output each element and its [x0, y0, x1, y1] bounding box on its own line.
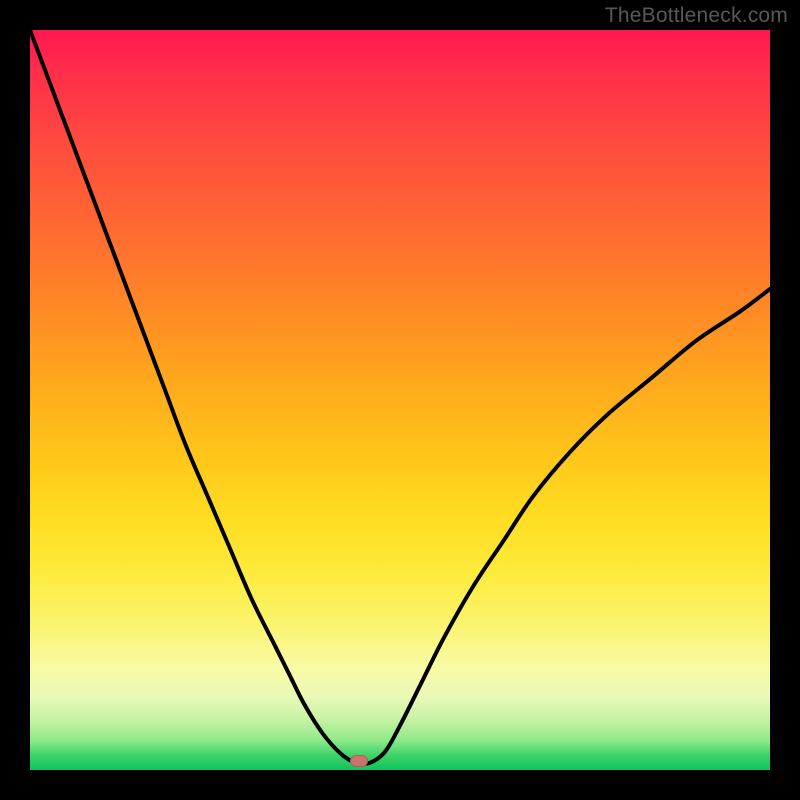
curve-svg	[30, 30, 770, 770]
chart-frame: TheBottleneck.com	[0, 0, 800, 800]
plot-area	[30, 30, 770, 770]
bottleneck-curve	[30, 30, 770, 764]
watermark-text: TheBottleneck.com	[605, 4, 788, 28]
optimal-marker	[350, 755, 368, 767]
